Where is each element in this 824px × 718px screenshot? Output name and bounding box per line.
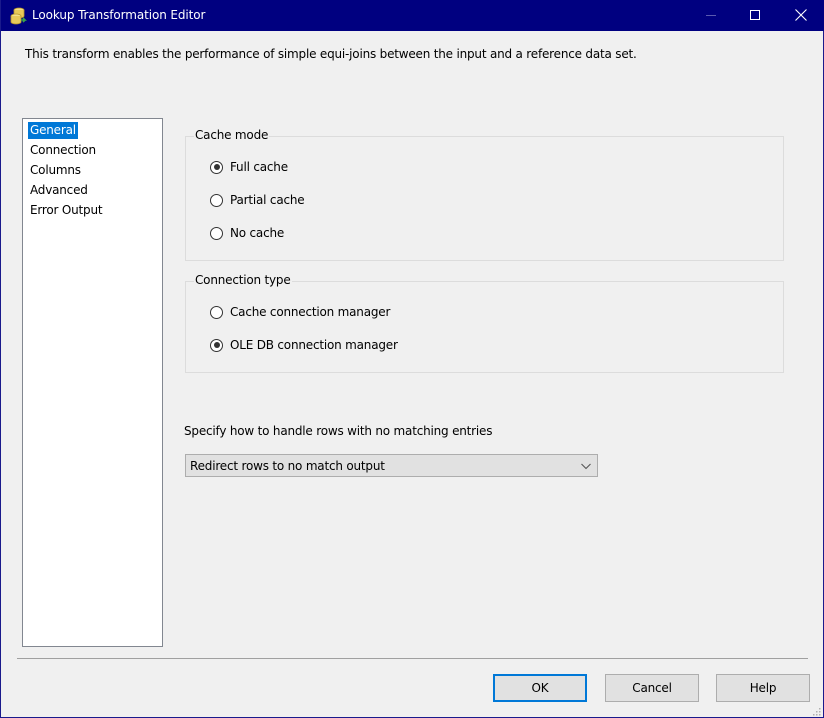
dialog-window: Lookup Transformation Editor This transf… [0, 0, 824, 718]
radio-unchecked-icon [210, 305, 223, 319]
window-title: Lookup Transformation Editor [32, 8, 206, 22]
ok-button[interactable]: OK [493, 674, 587, 702]
radio-checked-icon [210, 160, 223, 174]
nav-item-connection[interactable]: Connection [28, 142, 98, 159]
radio-checked-icon [210, 338, 223, 352]
no-match-handling-select[interactable]: Redirect rows to no match output [185, 454, 598, 477]
nav-item-advanced[interactable]: Advanced [28, 182, 90, 199]
title-bar[interactable]: Lookup Transformation Editor [1, 0, 824, 31]
radio-unchecked-icon [210, 193, 223, 207]
radio-label: Full cache [230, 160, 288, 174]
minimize-icon [706, 15, 716, 16]
radio-full-cache[interactable]: Full cache [210, 159, 288, 175]
no-match-handling-label: Specify how to handle rows with no match… [184, 424, 493, 438]
cache-mode-label: Cache mode [194, 128, 270, 142]
radio-oledb-connection-manager[interactable]: OLE DB connection manager [210, 337, 398, 353]
description-text: This transform enables the performance o… [25, 47, 637, 61]
radio-label: No cache [230, 226, 285, 240]
close-icon [795, 9, 807, 21]
radio-no-cache[interactable]: No cache [210, 225, 284, 241]
radio-label: OLE DB connection manager [230, 338, 398, 352]
nav-item-general[interactable]: General [28, 122, 78, 139]
radio-unchecked-icon [210, 226, 223, 240]
maximize-icon [750, 10, 760, 20]
radio-label: Partial cache [230, 193, 305, 207]
page-nav-list[interactable]: General Connection Columns Advanced Erro… [22, 118, 163, 647]
database-lookup-icon [9, 7, 27, 25]
close-button[interactable] [779, 0, 824, 31]
connection-type-group [185, 281, 784, 373]
select-value: Redirect rows to no match output [190, 459, 385, 473]
radio-label: Cache connection manager [230, 305, 391, 319]
nav-item-columns[interactable]: Columns [28, 162, 83, 179]
cancel-button[interactable]: Cancel [605, 674, 699, 702]
resize-grip-icon[interactable] [811, 705, 821, 716]
minimize-button[interactable] [688, 0, 734, 31]
chevron-down-icon [580, 460, 592, 470]
footer-separator [17, 658, 808, 659]
help-button[interactable]: Help [716, 674, 810, 702]
radio-cache-connection-manager[interactable]: Cache connection manager [210, 304, 390, 320]
nav-item-error-output[interactable]: Error Output [28, 202, 104, 219]
radio-partial-cache[interactable]: Partial cache [210, 192, 305, 208]
connection-type-label: Connection type [194, 273, 292, 287]
maximize-button[interactable] [733, 0, 779, 31]
